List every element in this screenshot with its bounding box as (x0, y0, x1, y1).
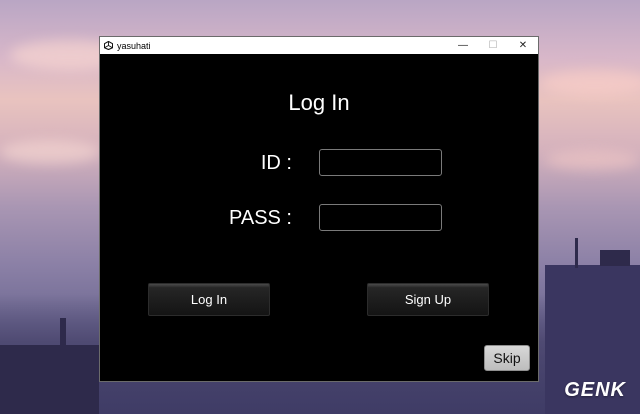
pass-label: PASS : (229, 207, 292, 229)
maximize-button[interactable]: ☐ (478, 37, 508, 54)
login-screen: Log In ID : PASS : Log In Sign Up Skip (100, 54, 538, 381)
signup-button[interactable]: Sign Up (367, 283, 489, 316)
app-window: yasuhati — ☐ ✕ Log In ID : PASS : Log In… (99, 36, 539, 382)
id-input[interactable] (319, 149, 442, 176)
id-label: ID : (260, 152, 292, 174)
window-title: yasuhati (117, 40, 151, 51)
page-title: Log In (288, 90, 350, 115)
close-button[interactable]: ✕ (508, 37, 538, 54)
skip-button[interactable]: Skip (484, 345, 530, 371)
minimize-button[interactable]: — (448, 37, 478, 54)
title-bar[interactable]: yasuhati — ☐ ✕ (100, 37, 538, 54)
password-input[interactable] (319, 204, 442, 231)
genk-watermark-logo: GENK (564, 379, 626, 401)
login-button[interactable]: Log In (148, 283, 270, 316)
unity-logo-icon (103, 40, 114, 51)
